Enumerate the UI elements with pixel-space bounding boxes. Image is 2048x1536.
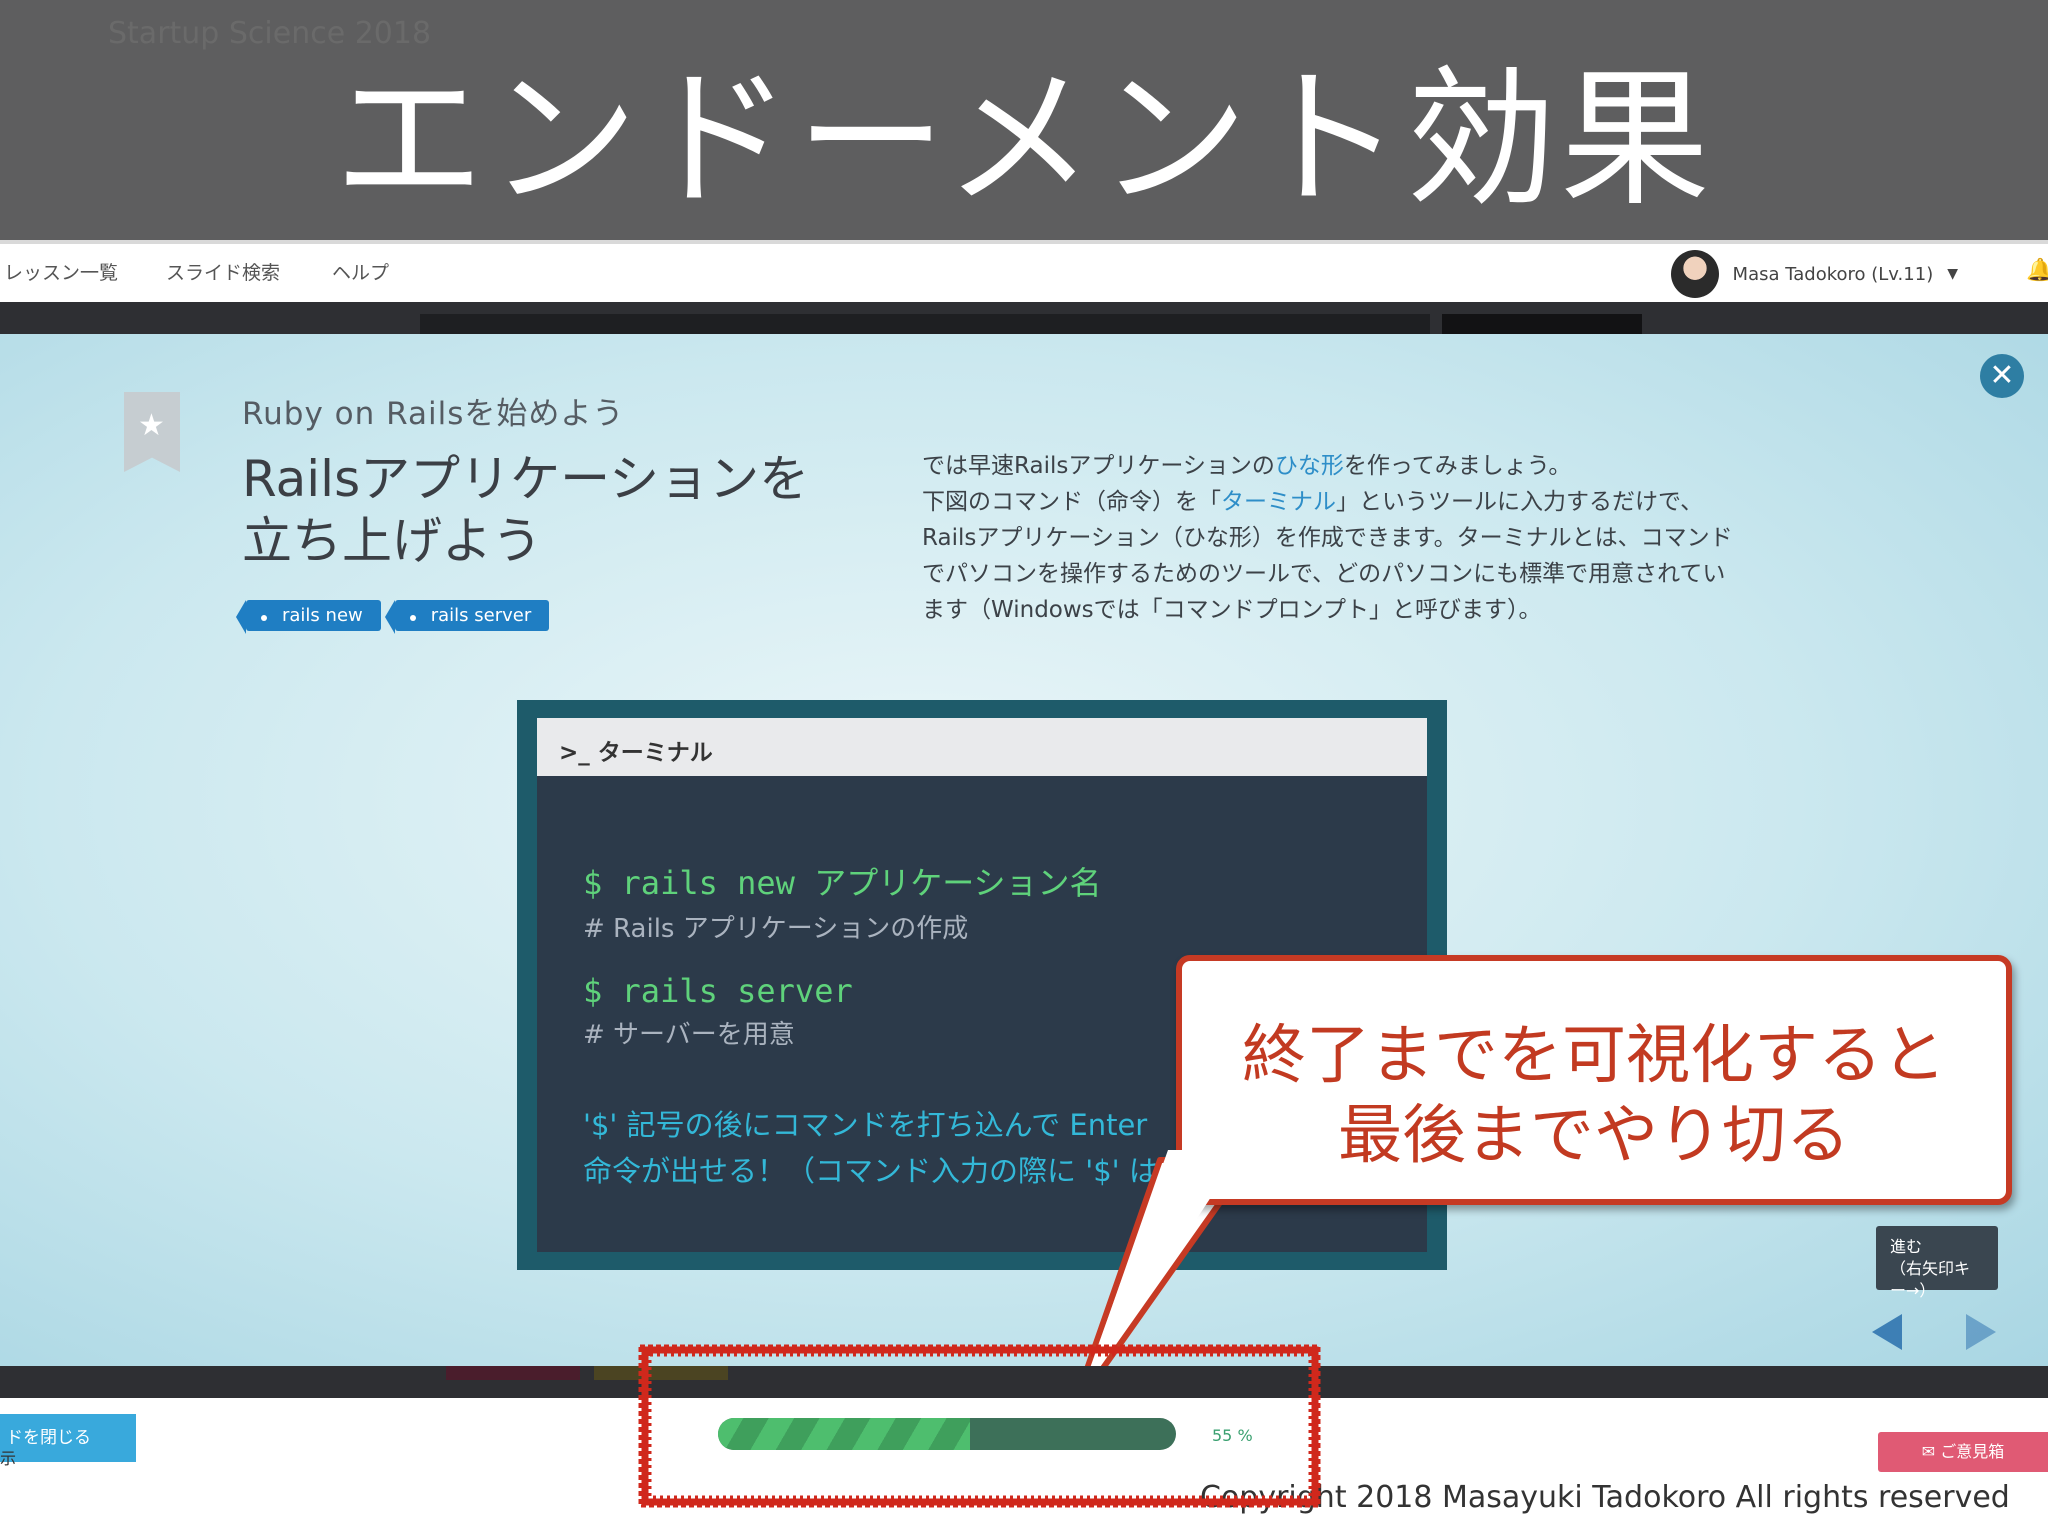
app-nav-bar: レッスン一覧 スライド検索 ヘルプ Masa Tadokoro (Lv.11) … xyxy=(0,240,2048,308)
user-name: Masa Tadokoro (Lv.11) xyxy=(1732,263,1934,285)
tag-rails-new[interactable]: rails new xyxy=(236,600,381,634)
background-block xyxy=(446,1366,580,1380)
terminal-comment: # サーバーを用意 xyxy=(583,1020,795,1050)
next-label: 進む xyxy=(1890,1237,1923,1256)
course-name: Ruby on Railsを始めよう xyxy=(242,396,625,432)
link-terminal[interactable]: ターミナル xyxy=(1221,489,1336,515)
terminal-command: $ rails server xyxy=(583,972,853,1010)
desc-text: 下図のコマンド（命令）を「 xyxy=(922,489,1221,515)
terminal-note: '$' 記号の後にコマンドを打ち込んで Enter xyxy=(583,1108,1148,1142)
tag-list: rails new rails server xyxy=(236,600,550,634)
tag-rails-server[interactable]: rails server xyxy=(384,600,550,634)
desc-text: を作ってみましょう。 xyxy=(1343,453,1572,479)
chevron-down-icon: ▼ xyxy=(1947,266,1958,282)
lesson-title-line: Railsアプリケーションを xyxy=(242,450,810,508)
slide-header: Startup Science 2018 エンドーメント効果 xyxy=(0,0,2048,240)
progress-text: 55 % xyxy=(1212,1426,1253,1445)
lesson-title-line: 立ち上げよう xyxy=(242,512,542,570)
terminal-header: >_ ターミナル xyxy=(537,718,1427,776)
link-hinagata[interactable]: ひな形 xyxy=(1275,453,1344,479)
next-tooltip: 進む （右矢印キー→） xyxy=(1876,1226,1998,1300)
user-menu[interactable]: Masa Tadokoro (Lv.11) ▼ xyxy=(1670,250,1958,298)
background-block xyxy=(420,314,1430,334)
close-slides-sub: 示 xyxy=(0,1449,17,1468)
background-block xyxy=(594,1366,728,1380)
progress-bar xyxy=(718,1418,1176,1450)
callout-line: 最後までやり切る xyxy=(1338,1099,1850,1173)
star-icon: ★ xyxy=(138,408,165,443)
progress-fill xyxy=(718,1418,970,1450)
next-arrow-icon[interactable] xyxy=(1966,1314,1996,1350)
desc-text: ます（Windowsでは「コマンドプロンプト」と呼びます）。 xyxy=(922,597,1542,623)
callout-line: 終了までを可視化すると xyxy=(1242,1019,1946,1093)
desc-text: でパソコンを操作するためのツールで、どのパソコンにも標準で用意されてい xyxy=(922,561,1726,587)
nav-item-lessons[interactable]: レッスン一覧 xyxy=(4,258,118,285)
avatar xyxy=(1670,250,1719,298)
nav-item-slide-search[interactable]: スライド検索 xyxy=(166,258,280,285)
desc-text: Railsアプリケーション（ひな形）を作成できます。ターミナルとは、コマンド xyxy=(922,525,1733,551)
background-block xyxy=(1442,314,1642,334)
nav-item-help[interactable]: ヘルプ xyxy=(332,258,389,285)
prev-arrow-icon[interactable] xyxy=(1872,1314,1902,1350)
bell-icon[interactable]: 🔔 xyxy=(2026,258,2048,284)
close-icon[interactable]: ✕ xyxy=(1980,354,2024,398)
callout-box: 終了までを可視化すると 最後までやり切る xyxy=(1176,955,2012,1205)
desc-text: 」というツールに入力するだけで、 xyxy=(1336,489,1704,515)
callout-text: 終了までを可視化すると 最後までやり切る xyxy=(1182,1016,2006,1176)
copyright: Copyright 2018 Masayuki Tadokoro All rig… xyxy=(1200,1480,2010,1515)
slide-title: エンドーメント効果 xyxy=(333,53,1714,227)
terminal-note: 命令が出せる！（コマンド入力の際に '$' は xyxy=(583,1154,1158,1188)
next-hint: （右矢印キー→） xyxy=(1890,1259,1971,1300)
close-slides-button[interactable]: ドを閉じる xyxy=(0,1414,136,1462)
background-strip xyxy=(0,1366,2048,1398)
terminal-comment: # Rails アプリケーションの作成 xyxy=(583,914,969,944)
lesson-description: では早速Railsアプリケーションのひな形を作ってみましょう。 下図のコマンド（… xyxy=(922,448,1812,628)
terminal-command: $ rails new アプリケーション名 xyxy=(583,864,1102,902)
lesson-title: Railsアプリケーションを 立ち上げよう xyxy=(242,448,842,572)
terminal-title: >_ ターミナル xyxy=(559,740,713,766)
feedback-button[interactable]: ✉ ご意見箱 xyxy=(1878,1432,2048,1472)
desc-text: では早速Railsアプリケーションの xyxy=(922,453,1275,479)
background-strip xyxy=(0,302,2048,334)
